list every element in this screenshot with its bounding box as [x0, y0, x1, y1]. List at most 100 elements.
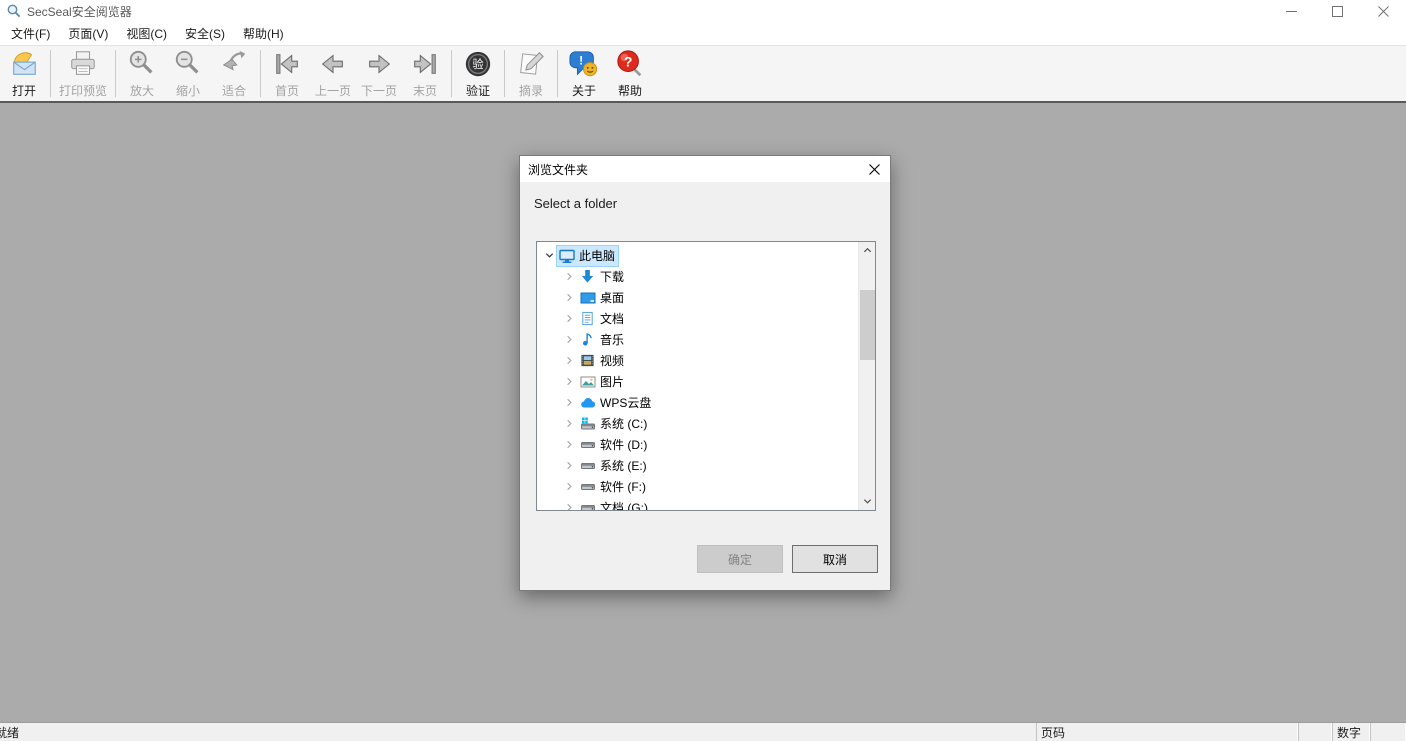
toolbar-separator [451, 50, 453, 97]
chevron-right-icon[interactable] [562, 332, 577, 347]
app-window: SecSeal安全阅览器 文件(F) 页面(V) 视图(C) 安全(S) 帮助(… [0, 0, 1406, 741]
toolbar-label: 首页 [275, 84, 300, 98]
tree-item-downloads[interactable]: 下载 [537, 266, 875, 287]
menubar: 文件(F) 页面(V) 视图(C) 安全(S) 帮助(H) [0, 22, 1406, 45]
toolbar-label: 放大 [130, 84, 155, 98]
cancel-button[interactable]: 取消 [792, 545, 878, 573]
toolbar-label: 适合 [222, 84, 247, 98]
zoom-out-button[interactable]: 缩小 [165, 46, 211, 101]
tree-item-desktop[interactable]: 桌面 [537, 287, 875, 308]
chevron-right-icon[interactable] [562, 353, 577, 368]
toolbar-label: 下一页 [361, 84, 398, 98]
close-button[interactable] [1360, 0, 1406, 22]
menu-page[interactable]: 页面(V) [59, 22, 117, 45]
tree-item-music[interactable]: 音乐 [537, 329, 875, 350]
scroll-up-icon[interactable] [859, 242, 875, 259]
chevron-right-icon[interactable] [562, 269, 577, 284]
tree-item-label: WPS云盘 [600, 395, 652, 410]
music-icon [579, 332, 596, 348]
chevron-down-icon[interactable] [542, 248, 557, 263]
fit-button[interactable]: 适合 [211, 46, 257, 101]
toolbar-label: 打印预览 [59, 84, 108, 98]
zoom-in-button[interactable]: 放大 [119, 46, 165, 101]
desktop-icon [579, 290, 596, 306]
help-button[interactable]: ? 帮助 [607, 46, 653, 101]
menu-view[interactable]: 视图(C) [117, 22, 176, 45]
dialog-close-button[interactable] [858, 156, 890, 182]
tree-item-drive-g[interactable]: 文档 (G:) [537, 497, 875, 510]
dialog-titlebar: 浏览文件夹 [520, 156, 890, 182]
tree-item-label: 下载 [600, 269, 625, 284]
status-num-pane: 数字 [1332, 723, 1370, 741]
system-drive-icon [579, 416, 596, 432]
scrollbar-thumb[interactable] [860, 290, 875, 360]
menu-file[interactable]: 文件(F) [2, 22, 59, 45]
toolbar-separator [115, 50, 117, 97]
chevron-right-icon[interactable] [562, 416, 577, 431]
folder-tree: 此电脑 下载 桌面 文档 音乐 视频 图片 WPS云盘 系统 (C:) 软件 (… [536, 241, 876, 511]
scroll-down-icon[interactable] [859, 493, 875, 510]
chevron-right-icon[interactable] [562, 395, 577, 410]
print-preview-button[interactable]: 打印预览 [54, 46, 112, 101]
chevron-right-icon[interactable] [562, 374, 577, 389]
tree-item-drive-f[interactable]: 软件 (F:) [537, 476, 875, 497]
excerpt-button[interactable]: 摘录 [508, 46, 554, 101]
toolbar: 打开 打印预览 放大 缩小 适合 首页 上一页 下一页 末页 验 验证 摘录 !… [0, 45, 1406, 103]
status-page-pane: 页码 [1036, 723, 1298, 741]
toolbar-label: 末页 [413, 84, 438, 98]
window-title: SecSeal安全阅览器 [27, 4, 132, 19]
excerpt-icon [515, 48, 547, 80]
print-preview-icon [67, 48, 99, 80]
tree-scrollbar[interactable] [858, 242, 875, 510]
open-icon [8, 48, 40, 80]
chevron-right-icon[interactable] [562, 500, 577, 510]
tree-item-label: 文档 [600, 311, 625, 326]
zoom-in-icon [126, 48, 158, 80]
status-end-pane [1370, 723, 1406, 741]
tree-item-documents[interactable]: 文档 [537, 308, 875, 329]
selected-highlight: 此电脑 [555, 244, 620, 267]
prev-page-button[interactable]: 上一页 [310, 46, 356, 101]
chevron-right-icon[interactable] [562, 311, 577, 326]
chevron-right-icon[interactable] [562, 479, 577, 494]
last-page-button[interactable]: 末页 [402, 46, 448, 101]
tree-item-drive-e[interactable]: 系统 (E:) [537, 455, 875, 476]
drive-icon [579, 437, 596, 453]
chevron-right-icon[interactable] [562, 437, 577, 452]
menu-security[interactable]: 安全(S) [176, 22, 234, 45]
about-button[interactable]: ! 关于 [561, 46, 607, 101]
tree-item-label: 软件 (D:) [600, 437, 648, 452]
tree-item-drive-c[interactable]: 系统 (C:) [537, 413, 875, 434]
browse-folder-dialog: 浏览文件夹 Select a folder 此电脑 下载 桌面 文档 音乐 视频… [519, 155, 891, 591]
tree-item-drive-d[interactable]: 软件 (D:) [537, 434, 875, 455]
tree-item-this-pc[interactable]: 此电脑 [537, 244, 875, 267]
ok-button[interactable]: 确定 [697, 545, 783, 573]
tree-item-videos[interactable]: 视频 [537, 350, 875, 371]
verify-button[interactable]: 验 验证 [455, 46, 501, 101]
zoom-out-icon [172, 48, 204, 80]
open-button[interactable]: 打开 [1, 46, 47, 101]
status-empty-pane [1298, 723, 1332, 741]
chevron-right-icon[interactable] [562, 290, 577, 305]
pictures-icon [579, 374, 596, 390]
next-page-button[interactable]: 下一页 [356, 46, 402, 101]
chevron-right-icon[interactable] [562, 458, 577, 473]
svg-text:!: ! [579, 53, 583, 67]
toolbar-label: 关于 [572, 84, 597, 98]
tree-item-wps-cloud[interactable]: WPS云盘 [537, 392, 875, 413]
about-icon: ! [568, 48, 600, 80]
tree-item-label: 桌面 [600, 290, 625, 305]
last-page-icon [409, 48, 441, 80]
cloud-icon [579, 395, 596, 411]
dialog-prompt: Select a folder [534, 196, 618, 211]
minimize-button[interactable] [1268, 0, 1314, 22]
tree-item-label: 视频 [600, 353, 625, 368]
tree-item-label: 此电脑 [579, 248, 616, 263]
svg-text:验: 验 [472, 57, 483, 71]
menu-help[interactable]: 帮助(H) [234, 22, 293, 45]
first-page-button[interactable]: 首页 [264, 46, 310, 101]
toolbar-label: 打开 [11, 84, 36, 98]
toolbar-separator [260, 50, 262, 97]
tree-item-pictures[interactable]: 图片 [537, 371, 875, 392]
maximize-button[interactable] [1314, 0, 1360, 22]
